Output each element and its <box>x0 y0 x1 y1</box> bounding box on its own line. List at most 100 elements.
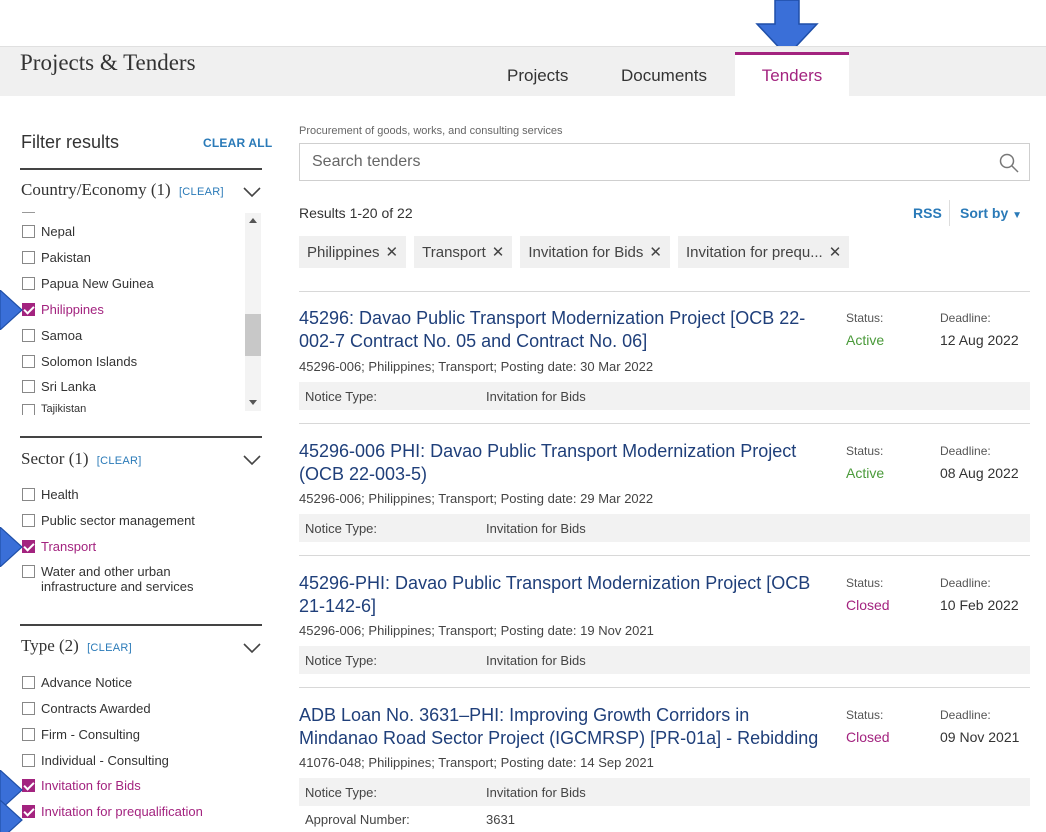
scroll-up-icon[interactable] <box>249 218 257 223</box>
filter-chip[interactable]: Transport ✕ <box>414 236 513 268</box>
checkbox[interactable] <box>22 251 35 264</box>
search-box[interactable] <box>299 143 1030 181</box>
chevron-down-icon[interactable] <box>243 186 261 198</box>
sort-by-label: Sort by <box>960 205 1009 221</box>
notice-type-label: Notice Type: <box>305 389 378 404</box>
search-caption: Procurement of goods, works, and consult… <box>299 125 563 137</box>
tab-tenders[interactable]: Tenders <box>735 52 849 97</box>
deadline-label: Deadline: <box>940 708 991 722</box>
type-option-advance-notice[interactable]: Advance Notice <box>22 675 132 690</box>
close-icon[interactable]: ✕ <box>649 243 662 261</box>
divider <box>949 200 950 226</box>
deadline-value: 08 Aug 2022 <box>940 465 1019 481</box>
divider <box>20 168 262 170</box>
checkbox[interactable] <box>22 329 35 342</box>
type-option-invitation-for-prequalification[interactable]: Invitation for prequalification <box>22 804 203 819</box>
country-option-tajikistan[interactable]: Tajikistan <box>22 403 86 415</box>
country-option-samoa[interactable]: Samoa <box>22 328 82 343</box>
country-option-pakistan[interactable]: Pakistan <box>22 250 91 265</box>
sector-option-health[interactable]: Health <box>22 487 79 502</box>
country-option-sri-lanka[interactable]: Sri Lanka <box>22 379 96 394</box>
country-count: (1) <box>150 180 171 199</box>
tender-title-link[interactable]: 45296-PHI: Davao Public Transport Modern… <box>299 572 829 618</box>
notice-type-label: Notice Type: <box>305 785 378 800</box>
checkbox[interactable] <box>22 380 35 393</box>
rss-link[interactable]: RSS <box>913 205 942 221</box>
type-option-contracts-awarded[interactable]: Contracts Awarded <box>22 701 151 716</box>
chevron-down-icon[interactable] <box>243 454 261 466</box>
divider <box>299 555 1030 556</box>
search-input[interactable] <box>300 144 980 180</box>
country-list-scrollbar[interactable] <box>245 213 261 411</box>
scrollbar-thumb[interactable] <box>245 314 261 356</box>
type-option-invitation-for-bids[interactable]: Invitation for Bids <box>22 778 141 793</box>
notice-type-value: Invitation for Bids <box>486 785 586 800</box>
chevron-down-icon[interactable] <box>243 642 261 654</box>
status-label: Status: <box>846 444 884 458</box>
type-count: (2) <box>59 636 79 655</box>
tab-documents[interactable]: Documents <box>621 66 707 86</box>
type-option-firm-consulting[interactable]: Firm - Consulting <box>22 727 140 742</box>
scroll-down-icon[interactable] <box>249 400 257 405</box>
header-bar: Projects & Tenders Projects Documents Te… <box>0 46 1046 97</box>
sector-option-water-urban[interactable]: Water and other urban infrastructure and … <box>22 564 193 594</box>
notice-type-label: Notice Type: <box>305 653 378 668</box>
caret-down-icon: ▼ <box>1012 210 1023 221</box>
divider <box>299 291 1030 292</box>
search-icon[interactable] <box>999 153 1019 173</box>
tab-projects[interactable]: Projects <box>507 66 568 86</box>
clear-all-button[interactable]: CLEAR ALL <box>203 136 272 150</box>
annotation-arrow-right-icon <box>0 527 23 567</box>
checkbox[interactable] <box>22 404 35 415</box>
checkbox[interactable] <box>22 514 35 527</box>
notice-type-row: Notice Type: Invitation for Bids <box>299 382 1030 410</box>
status-label: Status: <box>846 311 884 325</box>
checkbox[interactable] <box>22 488 35 501</box>
country-list[interactable]: Nepal Pakistan Papua New Guinea Philippi… <box>20 210 244 415</box>
sort-by-dropdown[interactable]: Sort by ▼ <box>960 205 1022 221</box>
filter-chip[interactable]: Invitation for Bids ✕ <box>520 236 670 268</box>
type-section-heading[interactable]: Type (2) [CLEAR] <box>21 636 132 656</box>
status-value: Active <box>846 465 885 481</box>
close-icon[interactable]: ✕ <box>386 243 399 261</box>
sector-option-transport[interactable]: Transport <box>22 539 96 554</box>
country-option-nepal[interactable]: Nepal <box>22 224 75 239</box>
deadline-label: Deadline: <box>940 576 991 590</box>
divider <box>20 436 262 438</box>
close-icon[interactable]: ✕ <box>492 243 505 261</box>
checkbox[interactable] <box>22 225 35 238</box>
sector-section-heading[interactable]: Sector (1) [CLEAR] <box>21 449 142 469</box>
sector-option-public-sector-management[interactable]: Public sector management <box>22 513 195 528</box>
checkbox[interactable] <box>22 728 35 741</box>
status-value: Closed <box>846 729 890 745</box>
tender-meta: 45296-006; Philippines; Transport; Posti… <box>299 491 654 506</box>
notice-type-row: Notice Type: Invitation for Bids <box>299 514 1030 542</box>
tender-title-link[interactable]: 45296-006 PHI: Davao Public Transport Mo… <box>299 440 829 486</box>
country-clear-button[interactable]: [CLEAR] <box>179 186 224 198</box>
type-option-individual-consulting[interactable]: Individual - Consulting <box>22 753 169 768</box>
annotation-arrow-right-icon <box>0 290 23 330</box>
close-icon[interactable]: ✕ <box>829 243 842 261</box>
sector-option-label: Water and other urban <box>41 564 171 579</box>
app-title: Projects & Tenders <box>20 50 196 75</box>
filter-chip[interactable]: Invitation for prequ... ✕ <box>677 236 850 268</box>
checkbox[interactable] <box>22 676 35 689</box>
filter-chip[interactable]: Philippines ✕ <box>299 236 407 268</box>
status-value: Active <box>846 332 885 348</box>
results-count: Results 1-20 of 22 <box>299 205 413 221</box>
type-clear-button[interactable]: [CLEAR] <box>87 642 132 654</box>
tender-title-link[interactable]: 45296: Davao Public Transport Modernizat… <box>299 307 829 353</box>
checkbox[interactable] <box>22 702 35 715</box>
checkbox[interactable] <box>22 754 35 767</box>
sector-count: (1) <box>68 449 89 468</box>
country-option-papua-new-guinea[interactable]: Papua New Guinea <box>22 276 154 291</box>
checkbox[interactable] <box>22 355 35 368</box>
checkbox[interactable] <box>22 277 35 290</box>
country-option-solomon-islands[interactable]: Solomon Islands <box>22 354 137 369</box>
tender-meta: 45296-006; Philippines; Transport; Posti… <box>299 359 654 374</box>
country-option-philippines[interactable]: Philippines <box>22 302 104 317</box>
tender-title-link[interactable]: ADB Loan No. 3631–PHI: Improving Growth … <box>299 704 829 750</box>
notice-type-row: Notice Type: Invitation for Bids <box>299 778 1030 806</box>
sector-clear-button[interactable]: [CLEAR] <box>97 455 142 467</box>
country-section-heading[interactable]: Country/Economy (1) [CLEAR] <box>21 180 224 200</box>
